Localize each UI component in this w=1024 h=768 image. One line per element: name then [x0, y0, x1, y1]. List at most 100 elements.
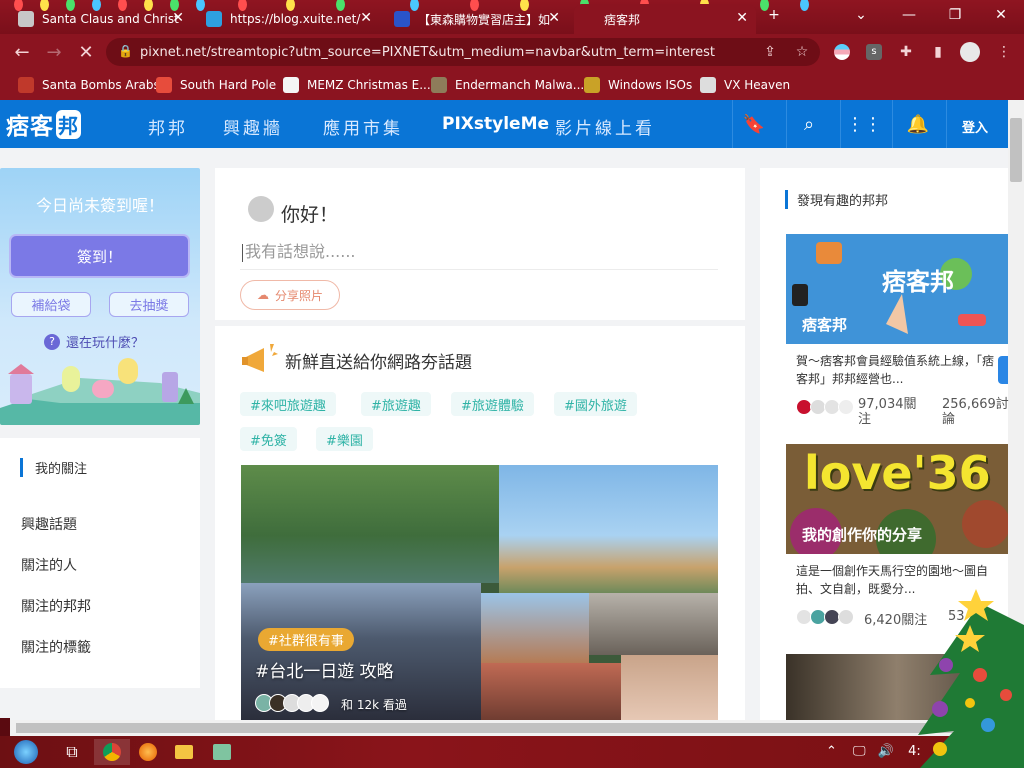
- post-composer: 你好！ 我有話想說...... ☁ 分享照片: [215, 168, 745, 320]
- search-icon[interactable]: ⌕: [797, 112, 821, 136]
- nav-app-market[interactable]: 應用市集: [323, 114, 403, 139]
- menu-interest-topics[interactable]: 興趣話題: [21, 514, 77, 534]
- question-icon: ?: [44, 333, 60, 350]
- menu-followed-bangbang[interactable]: 關注的邦邦: [21, 596, 91, 616]
- forward-arrow-icon[interactable]: →: [42, 40, 66, 64]
- tab-close-icon[interactable]: ✕: [360, 10, 372, 26]
- volume-icon[interactable]: 🔊: [878, 744, 894, 759]
- profile-avatar-icon[interactable]: [960, 42, 980, 62]
- bookmark-star-icon[interactable]: ☆: [792, 42, 812, 62]
- photo-red-building: [481, 593, 589, 663]
- share-icon[interactable]: ⇪: [760, 42, 780, 62]
- help-link[interactable]: ? 還在玩什麼？: [44, 332, 144, 351]
- bell-icon[interactable]: 🔔: [906, 112, 930, 136]
- apps-grid-icon[interactable]: ⋮⋮: [846, 112, 882, 136]
- menu-followed-tags[interactable]: 關注的標籤: [21, 637, 91, 657]
- bookmark-item[interactable]: VX Heaven: [700, 76, 790, 94]
- chrome-taskbar-icon[interactable]: [94, 739, 130, 765]
- tab-close-icon[interactable]: ✕: [736, 10, 748, 26]
- topic-tag[interactable]: #旅遊趣: [361, 392, 431, 416]
- nav-bangbang[interactable]: 邦邦: [148, 114, 188, 139]
- bangbang-card[interactable]: 痞客邦 痞客邦 賀～痞客邦會員經驗值系統上線，「痞客邦」邦邦經營也... 97,…: [786, 234, 1009, 434]
- member-avatar: [838, 399, 854, 415]
- start-button-icon[interactable]: [8, 739, 44, 765]
- text-caret: [242, 243, 243, 262]
- compose-input[interactable]: 我有話想說......: [240, 238, 718, 270]
- bookmark-item[interactable]: Windows ISOs: [584, 76, 692, 94]
- bookmark-item[interactable]: MEMZ Christmas E...: [283, 76, 431, 94]
- bookmark-label: MEMZ Christmas E...: [307, 78, 431, 92]
- discover-heading: 發現有趣的邦邦: [785, 190, 888, 209]
- supply-bag-button[interactable]: 補給袋: [11, 292, 91, 317]
- minimize-button[interactable]: —: [886, 0, 932, 30]
- bookmark-item[interactable]: Santa Bombs Arabs: [18, 76, 160, 94]
- address-bar[interactable]: 🔒 pixnet.net/streamtopic?utm_source=PIXN…: [106, 38, 820, 66]
- megaphone-icon: [242, 344, 278, 372]
- login-button[interactable]: 登入: [962, 117, 988, 136]
- tab-title: 痞客邦: [604, 12, 641, 27]
- bookmark-favicon-icon: [431, 77, 447, 93]
- file-explorer-icon[interactable]: [166, 739, 202, 765]
- logo-text: 痞客: [6, 114, 54, 140]
- back-arrow-icon[interactable]: ←: [10, 40, 34, 64]
- nav-video[interactable]: 影片線上看: [555, 114, 655, 139]
- bookmark-label: Endermanch Malwa...: [455, 78, 585, 92]
- scrollbar-thumb[interactable]: [1010, 118, 1022, 182]
- network-icon[interactable]: 🖵: [853, 744, 866, 759]
- bookmark-favicon-icon: [584, 77, 600, 93]
- extensions-puzzle-icon[interactable]: ✚: [896, 42, 916, 62]
- topic-tag[interactable]: #來吧旅遊趣: [240, 392, 336, 416]
- tab-etmall[interactable]: 【東森購物實習店主】如 ✕: [386, 4, 568, 34]
- horizontal-scrollbar[interactable]: [0, 720, 1008, 736]
- menu-kebab-icon[interactable]: ⋮: [994, 42, 1014, 62]
- tab-favicon-icon: [206, 11, 222, 27]
- topic-tag[interactable]: #免簽: [240, 427, 297, 451]
- extension-s-icon[interactable]: s: [864, 42, 884, 62]
- bookmark-icon[interactable]: 🔖: [742, 112, 766, 136]
- follow-button[interactable]: [998, 356, 1008, 384]
- tab-title: 【東森購物實習店主】如: [418, 12, 551, 27]
- tray-chevron-icon[interactable]: ⌃: [826, 744, 837, 759]
- new-tab-button[interactable]: +: [756, 0, 792, 30]
- pixnet-logo[interactable]: 痞客邦: [6, 108, 81, 140]
- topic-photo-collage[interactable]: #社群很有事 #台北一日遊 攻略 和 12k 看過: [241, 465, 718, 720]
- card-banner-logo: 痞客邦: [882, 268, 954, 296]
- nav-interest-wall[interactable]: 興趣牆: [223, 114, 283, 139]
- logo-bubble: 邦: [56, 109, 81, 139]
- bookmark-label: Santa Bombs Arabs: [42, 78, 160, 92]
- extension-flag-icon[interactable]: [832, 42, 852, 62]
- firefox-taskbar-icon[interactable]: [130, 739, 166, 765]
- bookmark-favicon-icon: [283, 77, 299, 93]
- card-description: 賀～痞客邦會員經驗值系統上線，「痞客邦」邦邦經營也...: [796, 354, 995, 386]
- checkin-illustration: [0, 358, 200, 425]
- close-window-button[interactable]: ✕: [978, 0, 1024, 30]
- topic-tag[interactable]: #樂園: [316, 427, 373, 451]
- photo-woman: [621, 655, 718, 720]
- tab-close-icon[interactable]: ✕: [548, 10, 560, 26]
- header-divider: [892, 100, 893, 148]
- app-taskbar-icon[interactable]: [204, 739, 240, 765]
- menu-followed-people[interactable]: 關注的人: [21, 555, 77, 575]
- stop-loading-icon[interactable]: ✕: [74, 40, 98, 64]
- nav-pixstyleme[interactable]: PIXstyleMe: [442, 114, 549, 134]
- followers-count: 97,034關注: [858, 397, 917, 427]
- lottery-button[interactable]: 去抽獎: [109, 292, 189, 317]
- side-panel-icon[interactable]: ▮: [928, 42, 948, 62]
- browser-toolbar: ← → ✕ 🔒 pixnet.net/streamtopic?utm_sourc…: [0, 34, 1024, 70]
- tab-santa[interactable]: Santa Claus and Christ ✕: [10, 4, 192, 34]
- topic-tag[interactable]: #旅遊體驗: [451, 392, 534, 416]
- collage-tag[interactable]: #社群很有事: [258, 628, 354, 651]
- task-view-icon[interactable]: ⧉: [54, 739, 90, 765]
- restore-button[interactable]: ❐: [932, 0, 978, 30]
- tab-close-icon[interactable]: ✕: [172, 10, 184, 26]
- horizontal-scrollbar-thumb[interactable]: [16, 723, 976, 733]
- topic-tag[interactable]: #國外旅遊: [554, 392, 637, 416]
- checkin-button[interactable]: 簽到！: [11, 236, 188, 276]
- tab-xuite[interactable]: https://blog.xuite.net/ ✕: [198, 4, 380, 34]
- tab-search-dropdown-icon[interactable]: ⌄: [838, 0, 884, 30]
- bookmark-item[interactable]: South Hard Pole: [156, 76, 276, 94]
- christmas-tree-decoration: [918, 589, 1024, 768]
- tab-pixnet[interactable]: 痞客邦 ✕: [574, 4, 756, 34]
- bookmark-item[interactable]: Endermanch Malwa...: [431, 76, 584, 94]
- share-photo-button[interactable]: ☁ 分享照片: [240, 280, 340, 310]
